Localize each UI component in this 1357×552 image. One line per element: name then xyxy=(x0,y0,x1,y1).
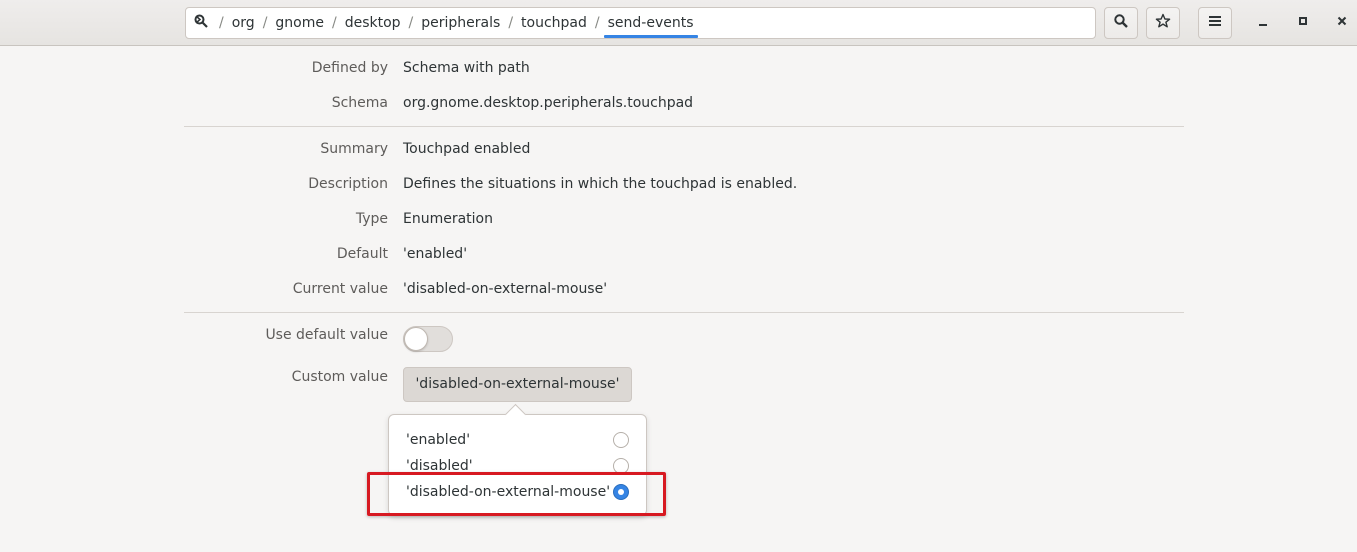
use-default-switch[interactable] xyxy=(403,326,453,352)
description-row: Description Defines the situations in wh… xyxy=(0,167,1357,202)
custom-value-row: Custom value xyxy=(0,360,1357,395)
annotation-highlight-box xyxy=(367,472,666,516)
bookmarks-button[interactable] xyxy=(1146,7,1180,39)
option-enabled[interactable]: 'enabled' xyxy=(389,427,646,453)
close-button[interactable] xyxy=(1332,13,1352,33)
star-icon xyxy=(1155,13,1171,33)
close-icon xyxy=(1336,15,1348,31)
schema-label: Schema xyxy=(331,95,388,111)
path-separator: / xyxy=(219,15,224,31)
description-value: Defines the situations in which the touc… xyxy=(403,176,798,192)
header-bar: / org / gnome / desktop / peripherals / … xyxy=(0,0,1357,46)
popover-arrow xyxy=(504,403,527,426)
main-menu-button[interactable] xyxy=(1198,7,1232,39)
minimize-icon xyxy=(1257,15,1269,31)
radio-button[interactable] xyxy=(613,432,629,448)
default-label: Default xyxy=(336,246,388,262)
minimize-button[interactable] xyxy=(1253,13,1273,33)
default-row: Default 'enabled' xyxy=(0,237,1357,272)
description-label: Description xyxy=(308,176,388,192)
crumb-gnome[interactable]: gnome xyxy=(270,8,329,38)
option-label: 'enabled' xyxy=(406,432,471,448)
maximize-button[interactable] xyxy=(1293,13,1313,33)
defined-by-label: Defined by xyxy=(311,60,388,76)
schema-value: org.gnome.desktop.peripherals.touchpad xyxy=(403,95,694,111)
crumb-send-events[interactable]: send-events xyxy=(603,8,699,38)
summary-row: Summary Touchpad enabled xyxy=(0,132,1357,167)
path-separator: / xyxy=(594,15,600,31)
path-bar: / org / gnome / desktop / peripherals / … xyxy=(185,7,1096,39)
custom-value-dropdown[interactable]: 'disabled-on-external-mouse' xyxy=(403,367,632,402)
defined-by-row: Defined by Schema with path xyxy=(0,51,1357,86)
search-button[interactable] xyxy=(1104,7,1138,39)
root-button[interactable] xyxy=(186,8,216,38)
current-value-row: Current value 'disabled-on-external-mous… xyxy=(0,272,1357,307)
default-value: 'enabled' xyxy=(403,246,468,262)
type-label: Type xyxy=(355,211,388,227)
switch-knob xyxy=(404,327,428,351)
summary-label: Summary xyxy=(320,141,388,157)
schema-row: Schema org.gnome.desktop.peripherals.tou… xyxy=(0,86,1357,121)
use-default-row: Use default value xyxy=(0,318,1357,353)
defined-by-value: Schema with path xyxy=(403,60,530,76)
crumb-touchpad[interactable]: touchpad xyxy=(516,8,592,38)
current-value-value: 'disabled-on-external-mouse' xyxy=(403,281,608,297)
crumb-desktop[interactable]: desktop xyxy=(340,8,406,38)
crumb-peripherals[interactable]: peripherals xyxy=(416,8,505,38)
path-separator: / xyxy=(262,15,268,31)
search-root-icon xyxy=(193,13,209,33)
type-value: Enumeration xyxy=(403,211,493,227)
search-icon xyxy=(1113,13,1129,33)
maximize-icon xyxy=(1297,15,1309,31)
custom-value-label: Custom value xyxy=(291,369,388,385)
path-separator: / xyxy=(508,15,514,31)
use-default-label: Use default value xyxy=(265,327,388,343)
section-divider xyxy=(184,126,1184,127)
path-separator: / xyxy=(408,15,414,31)
path-separator: / xyxy=(331,15,337,31)
current-value-label: Current value xyxy=(292,281,388,297)
crumb-org[interactable]: org xyxy=(227,8,260,38)
type-row: Type Enumeration xyxy=(0,202,1357,237)
section-divider xyxy=(184,312,1184,313)
hamburger-menu-icon xyxy=(1208,14,1222,32)
summary-value: Touchpad enabled xyxy=(403,141,531,157)
